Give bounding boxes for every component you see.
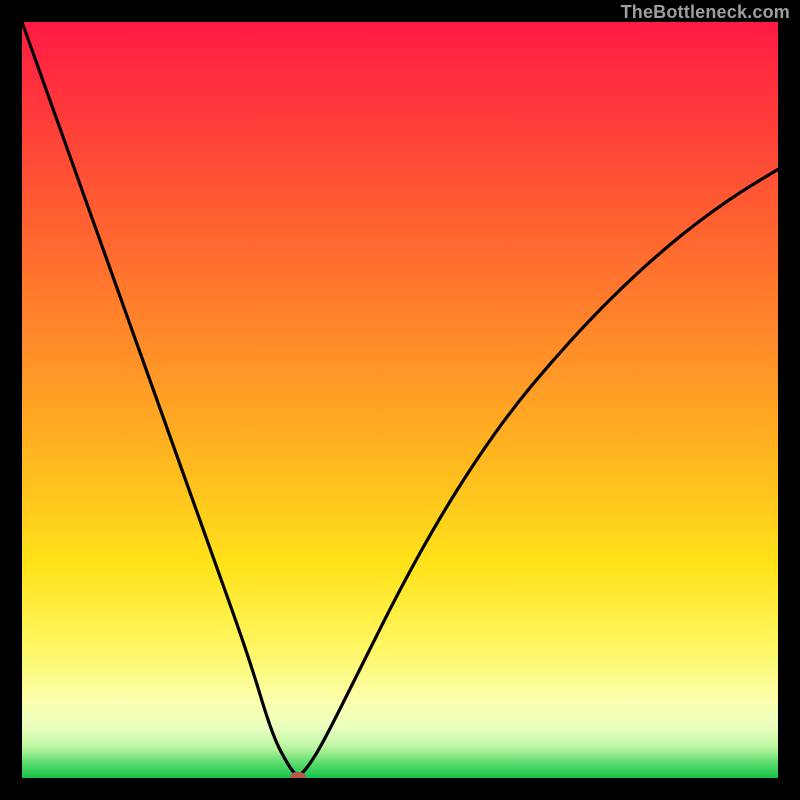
frame-border-left (0, 0, 22, 800)
frame-border-bottom (0, 778, 800, 800)
watermark-text: TheBottleneck.com (621, 2, 790, 23)
frame-border-right (778, 0, 800, 800)
plot-gradient-background (22, 22, 778, 778)
chart-stage: TheBottleneck.com (0, 0, 800, 800)
